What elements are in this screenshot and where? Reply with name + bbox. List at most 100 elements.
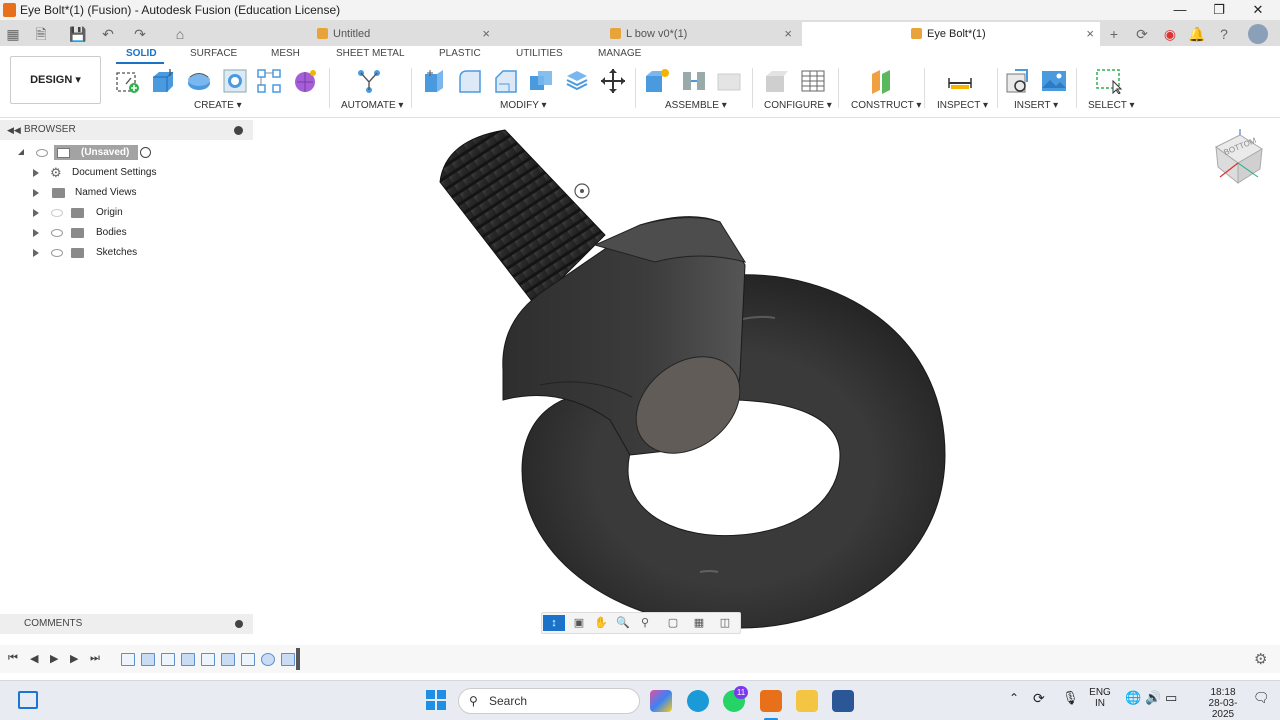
browser-item-document-settings[interactable]: ⚙ Document Settings xyxy=(0,163,253,183)
insert-canvas-icon[interactable] xyxy=(1041,68,1067,94)
help-icon[interactable]: ? xyxy=(1215,25,1233,43)
online-status-icon[interactable]: ◉ xyxy=(1161,25,1179,43)
taskbar-search[interactable]: ⚲ Search xyxy=(458,688,640,714)
browser-item-bodies[interactable]: Bodies xyxy=(0,223,253,243)
orbit-constraint-icon[interactable]: ↕ xyxy=(543,615,565,631)
assemble-group[interactable]: ASSEMBLE ▾ xyxy=(665,100,727,111)
select-group[interactable]: SELECT ▾ xyxy=(1088,100,1135,111)
volume-icon[interactable]: 🔊 xyxy=(1145,690,1161,706)
file-menu-icon[interactable]: 🗎 xyxy=(32,25,50,43)
ribbon-tab-surface[interactable]: SURFACE xyxy=(190,48,237,59)
activate-radio-icon[interactable] xyxy=(140,147,151,158)
restore-button[interactable]: ❐ xyxy=(1199,0,1239,20)
configure-icon[interactable] xyxy=(764,68,790,94)
sync-icon[interactable]: ⟳ xyxy=(1033,690,1045,707)
show-hidden-icons-chevron[interactable]: ⌃ xyxy=(1009,691,1019,705)
create-group[interactable]: CREATE ▾ xyxy=(194,100,242,111)
look-at-icon[interactable]: ▣ xyxy=(570,615,588,631)
revolve-icon[interactable] xyxy=(186,68,212,94)
insert-derive-icon[interactable] xyxy=(1005,68,1031,94)
comments-panel-header[interactable]: COMMENTS xyxy=(0,614,253,634)
file-explorer-icon[interactable] xyxy=(796,690,818,712)
timeline-sketch-feature[interactable] xyxy=(121,653,135,666)
viewports-icon[interactable]: ◫ xyxy=(716,615,734,631)
expand-triangle-icon[interactable] xyxy=(33,209,39,217)
ribbon-tab-mesh[interactable]: MESH xyxy=(271,48,300,59)
zoom-icon[interactable]: 🔍 xyxy=(614,615,632,631)
snipping-tool-icon[interactable] xyxy=(832,690,854,712)
minimize-button[interactable]: — xyxy=(1160,0,1200,20)
move-copy-icon[interactable] xyxy=(600,68,626,94)
battery-icon[interactable]: ▭ xyxy=(1165,690,1177,706)
insert-group[interactable]: INSERT ▾ xyxy=(1014,100,1058,111)
ribbon-tab-utilities[interactable]: UTILITIES xyxy=(516,48,563,59)
tab-untitled[interactable]: Untitled × xyxy=(200,22,496,46)
ribbon-tab-plastic[interactable]: PLASTIC xyxy=(439,48,481,59)
browser-panel-header[interactable]: ◀◀ BROWSER xyxy=(0,120,253,140)
timeline-sketch-feature[interactable] xyxy=(241,653,255,666)
copilot-icon[interactable] xyxy=(650,690,672,712)
fit-zoom-icon[interactable]: ⚲ xyxy=(636,615,654,631)
press-pull-icon[interactable] xyxy=(421,68,447,94)
pattern-icon[interactable] xyxy=(256,68,282,94)
measure-icon[interactable] xyxy=(947,68,973,94)
timeline-extrude-feature[interactable] xyxy=(141,653,155,666)
browser-options-icon[interactable] xyxy=(234,126,243,135)
hole-icon[interactable] xyxy=(222,68,248,94)
timeline-marker[interactable] xyxy=(296,648,300,670)
ribbon-tab-solid[interactable]: SOLID xyxy=(126,48,157,59)
timeline-sketch-feature[interactable] xyxy=(161,653,175,666)
joint-icon[interactable] xyxy=(681,68,707,94)
play-icon[interactable]: ▶ xyxy=(50,652,58,665)
job-status-icon[interactable]: ⟳ xyxy=(1133,25,1151,43)
fusion-taskbar-icon[interactable] xyxy=(760,690,782,712)
tab-eye-bolt[interactable]: Eye Bolt*(1) × xyxy=(802,22,1100,46)
workspace-switcher[interactable]: DESIGN ▾ xyxy=(10,56,101,104)
visibility-eye-icon[interactable] xyxy=(51,249,63,257)
visibility-eye-icon[interactable] xyxy=(36,149,48,157)
create-sketch-icon[interactable] xyxy=(114,68,140,94)
widgets-icon[interactable] xyxy=(18,691,38,709)
close-tab-icon[interactable]: × xyxy=(482,22,490,46)
notification-center-icon[interactable]: 🗨 xyxy=(1253,690,1270,706)
grid-settings-icon[interactable]: ▦ xyxy=(690,615,708,631)
inspect-group[interactable]: INSPECT ▾ xyxy=(937,100,988,111)
collapse-panel-icon[interactable]: ◀◀ xyxy=(7,120,21,140)
chamfer-icon[interactable] xyxy=(493,68,519,94)
browser-item-sketches[interactable]: Sketches xyxy=(0,243,253,263)
ribbon-tab-manage[interactable]: MANAGE xyxy=(598,48,641,59)
timeline-sweep-feature[interactable] xyxy=(261,653,275,666)
redo-icon[interactable]: ↷ xyxy=(131,25,149,43)
go-to-start-icon[interactable]: ⏮ xyxy=(8,652,18,665)
tab-l-bow[interactable]: L bow v0*(1) × xyxy=(500,22,798,46)
browser-item-origin[interactable]: Origin xyxy=(0,203,253,223)
view-cube[interactable]: BOTTOM xyxy=(1210,127,1266,185)
fillet-icon[interactable] xyxy=(457,68,483,94)
offset-plane-icon[interactable] xyxy=(868,68,894,94)
step-back-icon[interactable]: ◀ xyxy=(30,652,38,665)
visibility-eye-icon[interactable] xyxy=(51,229,63,237)
new-tab-icon[interactable]: + xyxy=(1105,25,1123,43)
configuration-table-icon[interactable] xyxy=(800,68,826,94)
new-component-icon[interactable] xyxy=(644,68,670,94)
app-grid-icon[interactable]: ▦ xyxy=(4,25,22,43)
clock[interactable]: 18:18 28-03-2025 xyxy=(1200,687,1246,720)
3d-viewport[interactable] xyxy=(253,119,1280,643)
create-form-icon[interactable] xyxy=(292,68,318,94)
modify-group[interactable]: MODIFY ▾ xyxy=(500,100,547,111)
expand-triangle-icon[interactable] xyxy=(33,169,39,177)
language-indicator[interactable]: ENG IN xyxy=(1088,687,1112,709)
configure-group[interactable]: CONFIGURE ▾ xyxy=(764,100,832,111)
pan-hand-icon[interactable]: ✋ xyxy=(592,615,610,631)
step-forward-icon[interactable]: ▶​ xyxy=(70,652,78,665)
display-settings-icon[interactable]: ▢ xyxy=(664,615,682,631)
close-button[interactable]: ✕ xyxy=(1238,0,1278,20)
as-built-joint-icon[interactable] xyxy=(716,68,742,94)
microphone-icon[interactable]: 🎙 xyxy=(1062,690,1079,706)
expand-triangle-icon[interactable] xyxy=(33,189,39,197)
timeline-extrude-feature[interactable] xyxy=(221,653,235,666)
close-tab-icon[interactable]: × xyxy=(784,22,792,46)
user-avatar[interactable] xyxy=(1248,24,1268,44)
extrude-icon[interactable] xyxy=(150,68,176,94)
timeline-coil-feature[interactable] xyxy=(281,653,295,666)
